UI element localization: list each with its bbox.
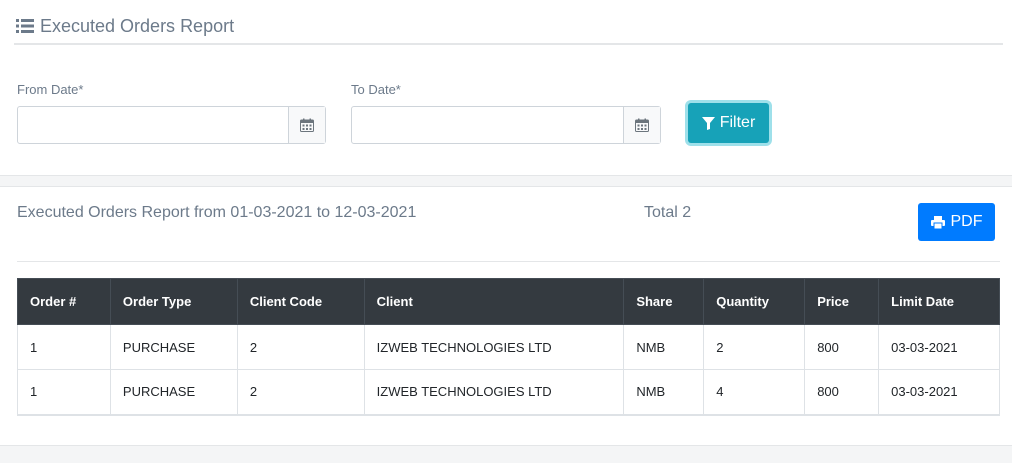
page-title: Executed Orders Report xyxy=(40,15,235,36)
pdf-button-label: PDF xyxy=(950,213,983,230)
total-count: Total 2 xyxy=(644,204,692,221)
to-date-label: To Date* xyxy=(351,82,401,97)
cell-order-type: PURCHASE xyxy=(109,369,238,416)
filter-button-label: Filter xyxy=(719,114,756,131)
cell-quantity: 2 xyxy=(703,324,806,370)
cell-client: IZWEB TECHNOLOGIES LTD xyxy=(363,369,625,416)
column-header-client[interactable]: Client xyxy=(363,278,625,325)
cell-share: NMB xyxy=(623,369,705,416)
report-subtitle: Executed Orders Report from 01-03-2021 t… xyxy=(17,204,417,221)
header-divider xyxy=(14,43,1003,45)
page-header: Executed Orders Report xyxy=(16,8,234,44)
table-header-row: Order # Order Type Client Code Client Sh… xyxy=(17,278,1000,325)
report-divider xyxy=(17,261,1000,262)
to-date-group xyxy=(351,106,661,144)
cell-client-code: 2 xyxy=(236,369,365,416)
from-date-calendar-button[interactable] xyxy=(288,107,325,143)
cell-price: 800 xyxy=(804,324,880,370)
filter-button[interactable]: Filter xyxy=(688,103,769,143)
print-icon xyxy=(930,215,945,229)
to-date-calendar-button[interactable] xyxy=(623,107,660,143)
column-header-order-type[interactable]: Order Type xyxy=(109,278,238,325)
filter-card: Executed Orders Report From Date* To Dat… xyxy=(0,0,1012,176)
orders-table: Order # Order Type Client Code Client Sh… xyxy=(17,278,1000,416)
cell-order-number: 1 xyxy=(17,369,111,416)
cell-quantity: 4 xyxy=(703,369,806,416)
calendar-icon xyxy=(300,118,314,132)
column-header-client-code[interactable]: Client Code xyxy=(236,278,365,325)
cell-order-number: 1 xyxy=(17,324,111,370)
from-date-label: From Date* xyxy=(17,82,84,97)
table-row: 1 PURCHASE 2 IZWEB TECHNOLOGIES LTD NMB … xyxy=(17,369,1000,416)
to-date-input[interactable] xyxy=(352,107,623,143)
cell-price: 800 xyxy=(804,369,880,416)
from-date-input[interactable] xyxy=(18,107,288,143)
cell-share: NMB xyxy=(623,324,705,370)
cell-limit-date: 03-03-2021 xyxy=(878,324,1000,370)
column-header-quantity[interactable]: Quantity xyxy=(703,278,806,325)
table-row: 1 PURCHASE 2 IZWEB TECHNOLOGIES LTD NMB … xyxy=(17,324,1000,370)
cell-client-code: 2 xyxy=(236,324,365,370)
cell-client: IZWEB TECHNOLOGIES LTD xyxy=(363,324,625,370)
filter-icon xyxy=(701,116,715,130)
column-header-share[interactable]: Share xyxy=(623,278,705,325)
from-date-group xyxy=(17,106,326,144)
report-card: Executed Orders Report from 01-03-2021 t… xyxy=(0,186,1012,446)
column-header-price[interactable]: Price xyxy=(804,278,880,325)
cell-order-type: PURCHASE xyxy=(109,324,238,370)
calendar-icon xyxy=(635,118,649,132)
list-icon xyxy=(16,19,34,33)
column-header-limit-date[interactable]: Limit Date xyxy=(878,278,1000,325)
column-header-order-number[interactable]: Order # xyxy=(17,278,111,325)
pdf-button[interactable]: PDF xyxy=(918,203,995,241)
cell-limit-date: 03-03-2021 xyxy=(878,369,1000,416)
